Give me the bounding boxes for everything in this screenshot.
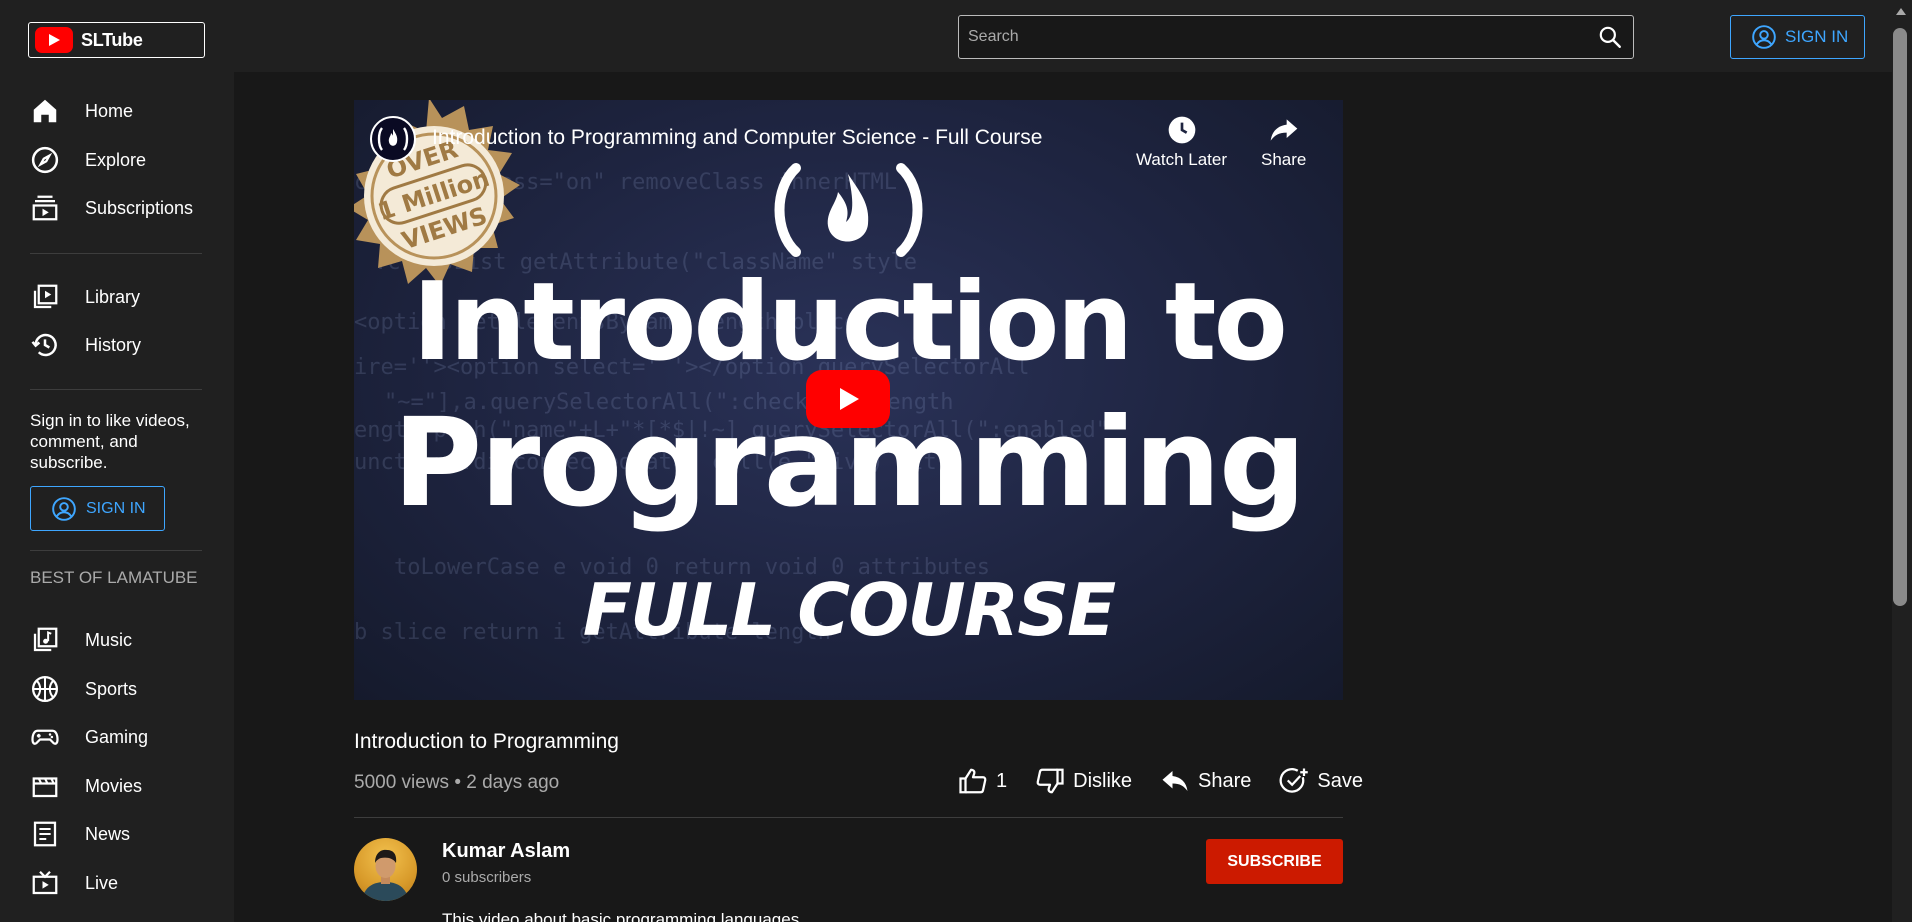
thumbnail-line-1: Introduction to — [412, 260, 1288, 385]
scroll-thumb[interactable] — [1893, 28, 1907, 606]
sidebar-item-explore[interactable]: Explore — [30, 140, 205, 180]
sidebar-divider — [30, 253, 202, 254]
sidebar-item-gaming[interactable]: Gaming — [30, 717, 205, 757]
sidebar-item-label: History — [85, 334, 142, 355]
sidebar-item-label: Home — [85, 100, 134, 121]
watch-later-label: Watch Later — [1136, 150, 1228, 169]
sidebar-item-library[interactable]: Library — [30, 277, 205, 317]
news-icon — [33, 821, 57, 847]
sidebar-item-label: Sports — [85, 678, 138, 699]
signin-label: SIGN IN — [86, 499, 146, 517]
play-button[interactable] — [806, 370, 890, 428]
logo[interactable]: SLTube — [28, 22, 205, 58]
share-button[interactable]: Share — [1160, 766, 1251, 796]
logo-text: SLTube — [81, 29, 143, 50]
watch-later-button[interactable]: Watch Later — [1136, 114, 1227, 170]
embed-title[interactable]: Introduction to Programming and Computer… — [432, 126, 1042, 150]
sidebar-item-sports[interactable]: Sports — [30, 669, 205, 709]
divider — [354, 817, 1343, 818]
library-icon — [33, 284, 58, 309]
reply-arrow-icon — [1162, 771, 1188, 791]
history-icon — [31, 333, 57, 357]
video-meta: 5000 views • 2 days ago — [354, 772, 560, 793]
signin-button-sidebar[interactable]: SIGN IN — [30, 486, 165, 531]
sidebar-item-movies[interactable]: Movies — [30, 766, 205, 806]
sidebar-item-subscriptions[interactable]: Subscriptions — [30, 188, 205, 228]
sidebar-item-label: Explore — [85, 149, 147, 170]
sidebar-item-label: Gaming — [85, 726, 149, 747]
sidebar-divider — [30, 550, 202, 551]
subscriptions-icon — [32, 195, 58, 221]
sidebar-divider — [30, 389, 202, 390]
account-circle-icon — [1752, 25, 1776, 49]
sidebar-item-label: Music — [85, 629, 133, 650]
channel-logo-icon[interactable] — [370, 116, 416, 162]
video-player[interactable]: chNames [class="on" removeClass innerHTM… — [354, 100, 1343, 700]
fire-logo-icon — [774, 163, 923, 257]
sidebar-item-label: News — [85, 823, 131, 844]
like-count: 1 — [996, 769, 1008, 792]
clock-icon — [1168, 116, 1195, 144]
like-button[interactable]: 1 — [958, 766, 1007, 796]
dislike-button[interactable]: Dislike — [1035, 766, 1132, 796]
share-video-button[interactable]: Share — [1261, 114, 1306, 170]
play-logo-icon — [35, 27, 73, 53]
home-icon — [33, 99, 57, 123]
thumbs-down-icon — [1036, 768, 1064, 794]
add-task-icon — [1279, 768, 1309, 793]
section-title: BEST OF LAMATUBE — [30, 568, 198, 587]
sidebar-item-history[interactable]: History — [30, 325, 205, 365]
compass-icon — [31, 146, 59, 174]
sidebar-item-music[interactable]: Music — [30, 620, 205, 660]
subscriber-count: 0 subscribers — [442, 869, 532, 886]
sidebar-item-live[interactable]: Live — [30, 863, 205, 903]
search-icon[interactable] — [1597, 24, 1623, 50]
subscribe-button[interactable]: SUBSCRIBE — [1206, 839, 1343, 884]
gamepad-icon — [31, 729, 59, 745]
thumbnail-line-3: FULL COURSE — [582, 568, 1116, 652]
person-avatar-icon — [362, 849, 409, 901]
share-label: Share — [1198, 769, 1252, 792]
music-icon — [33, 627, 58, 652]
sidebar-item-news[interactable]: News — [30, 814, 205, 854]
signin-button-header[interactable]: SIGN IN — [1730, 15, 1865, 59]
sidebar: SLTube Home Explore Subscriptions Librar… — [0, 0, 234, 922]
account-circle-icon — [52, 496, 76, 521]
sports-icon — [32, 676, 58, 702]
sidebar-item-label: Library — [85, 286, 141, 307]
dislike-label: Dislike — [1073, 769, 1133, 792]
live-icon — [32, 870, 58, 895]
thumbs-up-icon — [959, 768, 987, 794]
share-label: Share — [1261, 150, 1307, 169]
save-label: Save — [1317, 769, 1363, 792]
sidebar-item-home[interactable]: Home — [30, 91, 205, 131]
sidebar-item-label: Live — [85, 872, 119, 893]
save-button[interactable]: Save — [1279, 766, 1363, 796]
channel-avatar[interactable] — [354, 838, 417, 901]
video-description: This video about basic programming langu… — [442, 910, 800, 922]
signin-label: SIGN IN — [1785, 27, 1849, 46]
top-header: SIGN IN — [234, 0, 1892, 72]
signin-prompt: Sign in to like videos, comment, and sub… — [30, 411, 190, 472]
video-title: Introduction to Programming — [354, 730, 619, 753]
play-icon — [840, 388, 859, 410]
sidebar-item-label: Subscriptions — [85, 197, 194, 218]
sidebar-item-label: Movies — [85, 775, 143, 796]
scroll-up-arrow-icon[interactable] — [1896, 8, 1906, 15]
search-bar — [958, 15, 1634, 59]
video-actions: 1 Dislike Share Save — [958, 766, 1363, 796]
movies-icon — [32, 777, 58, 798]
search-input[interactable] — [959, 28, 1597, 46]
share-arrow-icon — [1270, 119, 1298, 141]
channel-name[interactable]: Kumar Aslam — [442, 840, 570, 863]
